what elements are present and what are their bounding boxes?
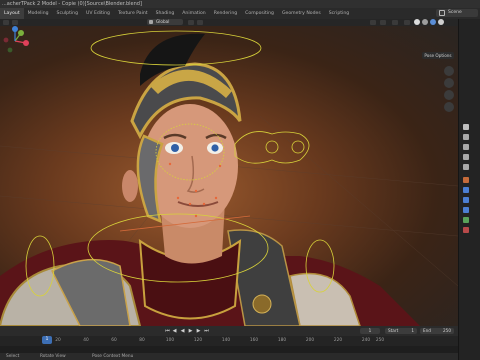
- status-select: Select: [6, 354, 20, 359]
- view-layer-tab-icon[interactable]: [463, 154, 469, 160]
- status-rotate-view: Rotate View: [40, 354, 66, 359]
- ruler-tick: 80: [139, 338, 145, 343]
- playhead[interactable]: 1: [42, 336, 52, 344]
- tab-geometry-nodes[interactable]: Geometry Nodes: [278, 8, 325, 19]
- next-keyframe-button[interactable]: ▶: [196, 328, 201, 334]
- ruler-tick: 120: [193, 338, 203, 343]
- 3d-viewport[interactable]: Pose Options: [0, 26, 458, 326]
- gizmo-y-axis[interactable]: [18, 30, 24, 36]
- eye-target-right[interactable]: [291, 140, 305, 154]
- viewport-scene: [0, 30, 458, 326]
- scene-label: Scene: [448, 10, 462, 15]
- tab-layout[interactable]: Layout: [0, 8, 24, 19]
- right-iris: [211, 144, 219, 152]
- zoom-tool-icon[interactable]: [444, 66, 454, 76]
- ruler-tick: 140: [221, 338, 231, 343]
- tab-compositing[interactable]: Compositing: [241, 8, 278, 19]
- camera-view-icon[interactable]: [444, 90, 454, 100]
- shading-wireframe-icon[interactable]: [414, 19, 420, 25]
- orientation-label: Global: [156, 19, 170, 24]
- jump-end-button[interactable]: ⏭: [204, 328, 209, 334]
- editor-type-icon[interactable]: [3, 20, 9, 25]
- gizmo-toggle-icon[interactable]: [380, 20, 386, 25]
- ruler-tick: 200: [305, 338, 315, 343]
- scene-icon: [439, 10, 445, 16]
- gizmo-z-axis[interactable]: [12, 26, 18, 32]
- play-reverse-button[interactable]: ◀: [180, 328, 185, 334]
- pose-options-button[interactable]: Pose Options: [422, 52, 454, 59]
- end-label: End: [423, 328, 431, 333]
- physics-tab-icon[interactable]: [463, 207, 469, 213]
- jump-start-button[interactable]: ⏮: [165, 328, 170, 334]
- ruler-tick: 60: [111, 338, 117, 343]
- scene-tab-icon[interactable]: [463, 164, 469, 170]
- eye-target-control[interactable]: [234, 131, 310, 164]
- shading-rendered-icon[interactable]: [438, 19, 444, 25]
- visibility-icon[interactable]: [370, 20, 376, 25]
- ruler-tick: 240: [361, 338, 371, 343]
- title-bar: ...acherTPack 2 Model - Copie (0)[Source…: [0, 0, 480, 8]
- ruler-tick: 20: [55, 338, 61, 343]
- xray-toggle-icon[interactable]: [404, 20, 410, 25]
- pose-mode-icon[interactable]: [12, 20, 18, 25]
- tab-uv-editing[interactable]: UV Editing: [82, 8, 114, 19]
- tab-rendering[interactable]: Rendering: [210, 8, 241, 19]
- eye-target-left[interactable]: [265, 140, 279, 154]
- start-value: 1: [411, 328, 414, 333]
- status-bar: Select Rotate View Pose Context Menu: [0, 353, 458, 360]
- ruler-tick: 180: [277, 338, 287, 343]
- pivot-icon[interactable]: [188, 20, 194, 25]
- ear: [122, 170, 138, 202]
- current-frame-field[interactable]: 1: [360, 328, 380, 334]
- left-iris: [171, 144, 179, 152]
- tab-animation[interactable]: Animation: [178, 8, 209, 19]
- orientation-icon: [149, 20, 153, 24]
- render-tab-icon[interactable]: [463, 134, 469, 140]
- tab-sculpting[interactable]: Sculpting: [53, 8, 82, 19]
- navigation-gizmo[interactable]: [0, 26, 30, 56]
- object-tab-icon[interactable]: [463, 177, 469, 183]
- viewport-header: Global: [0, 19, 458, 26]
- medallion: [252, 294, 272, 314]
- scene-selector[interactable]: Scene: [436, 9, 478, 17]
- ruler-tick: 100: [165, 338, 175, 343]
- gizmo-neg-y[interactable]: [7, 47, 13, 53]
- modifier-tab-icon[interactable]: [463, 187, 469, 193]
- ruler-tick: 220: [333, 338, 343, 343]
- particles-tab-icon[interactable]: [463, 197, 469, 203]
- end-value: 250: [443, 328, 451, 333]
- gizmo-neg-x[interactable]: [3, 37, 9, 43]
- status-context-menu: Pose Context Menu: [92, 354, 134, 359]
- start-label: Start: [388, 328, 399, 333]
- timeline-header: ⏮ ◀ ◀ ▶ ▶ ⏭ 1 Start 1 End 250: [0, 326, 458, 336]
- end-frame-field[interactable]: End 250: [420, 328, 454, 334]
- tab-modeling[interactable]: Modeling: [24, 8, 53, 19]
- timeline-ruler[interactable]: 20 40 60 80 100 120 140 160 180 200 220 …: [0, 336, 458, 346]
- constraints-tab-icon[interactable]: [463, 217, 469, 223]
- tab-texture-paint[interactable]: Texture Paint: [114, 8, 152, 19]
- prev-keyframe-button[interactable]: ◀: [172, 328, 177, 334]
- output-tab-icon[interactable]: [463, 144, 469, 150]
- gizmo-x-axis[interactable]: [23, 40, 29, 46]
- ruler-tick: 250: [375, 338, 385, 343]
- ruler-tick: 160: [249, 338, 259, 343]
- properties-panel: [458, 19, 480, 360]
- transform-orientation-select[interactable]: Global: [147, 19, 183, 25]
- material-tab-icon[interactable]: [463, 227, 469, 233]
- window-title: ...acherTPack 2 Model - Copie (0)[Source…: [2, 1, 142, 7]
- tab-shading[interactable]: Shading: [152, 8, 179, 19]
- tool-tab-icon[interactable]: [463, 124, 469, 130]
- timeline-keyframe-area[interactable]: [0, 346, 458, 353]
- start-frame-field[interactable]: Start 1: [385, 328, 417, 334]
- shading-material-icon[interactable]: [430, 19, 436, 25]
- play-button[interactable]: ▶: [188, 328, 193, 334]
- tab-scripting[interactable]: Scripting: [325, 8, 353, 19]
- shading-solid-icon[interactable]: [422, 19, 428, 25]
- ruler-tick: 40: [83, 338, 89, 343]
- perspective-toggle-icon[interactable]: [444, 102, 454, 112]
- snap-icon[interactable]: [197, 20, 203, 25]
- workspace-tabs: Layout Modeling Sculpting UV Editing Tex…: [0, 8, 480, 19]
- pan-tool-icon[interactable]: [444, 78, 454, 88]
- overlay-toggle-icon[interactable]: [392, 20, 398, 25]
